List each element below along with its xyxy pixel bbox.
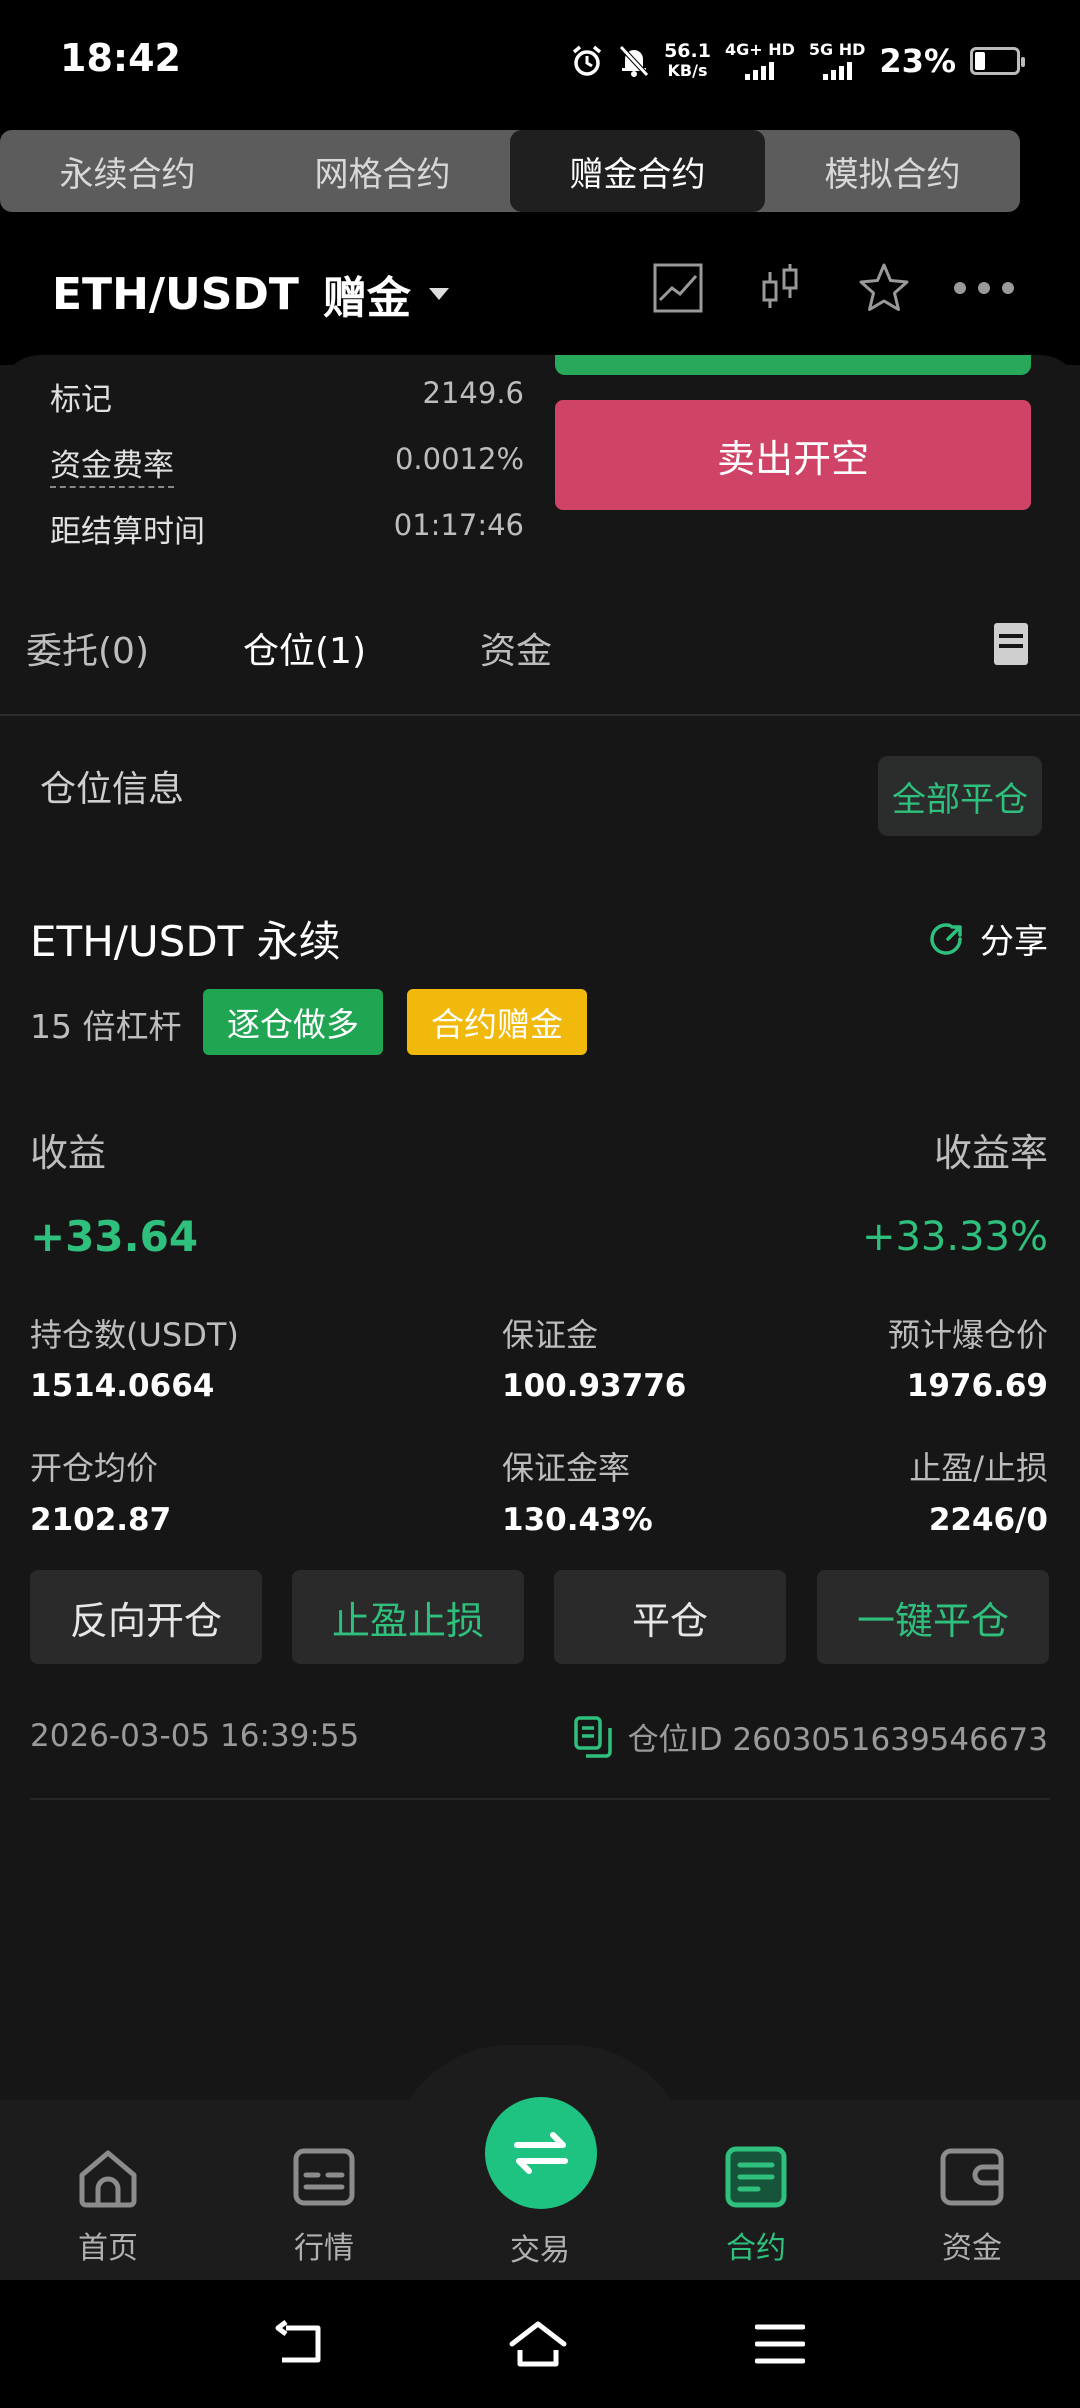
nav-funds-label: 资金 [942, 2231, 1002, 2266]
margin-ratio-value: 130.43% [502, 1502, 653, 1538]
nav-home[interactable]: 首页 [33, 2145, 183, 2267]
margin-value: 100.93776 [502, 1368, 687, 1404]
tab-funds[interactable]: 资金 [480, 622, 552, 674]
tab-grid[interactable]: 网格合约 [255, 130, 510, 212]
battery-percent: 23% [879, 42, 956, 80]
sim1-signal: 4G+ HD [725, 42, 795, 80]
home-system-icon[interactable] [508, 2318, 568, 2370]
alarm-icon [572, 45, 602, 76]
tab-orders[interactable]: 委托(0) [26, 622, 149, 674]
tab-positions[interactable]: 仓位(1) [243, 622, 366, 674]
close-all-button[interactable]: 全部平仓 [878, 756, 1042, 836]
margin-ratio-label: 保证金率 [502, 1449, 631, 1487]
tab-perpetual[interactable]: 永续合约 [0, 130, 255, 212]
divider [30, 1798, 1050, 1800]
net-speed: 56.1 KB/s [664, 40, 711, 81]
caret-down-icon [428, 288, 449, 300]
pnl-rate-value: +33.33% [861, 1214, 1048, 1260]
close-position-button[interactable]: 平仓 [554, 1570, 786, 1664]
position-id-text: 仓位ID 2603051639546673 [627, 1722, 1048, 1758]
mark-value: 2149.6 [422, 376, 524, 410]
pair-selector[interactable]: ETH/USDT 赠金 [52, 262, 449, 326]
pnl-label: 收益 [30, 1131, 107, 1175]
tab-bonus[interactable]: 赠金合约 [510, 130, 765, 212]
entry-price-label: 开仓均价 [30, 1449, 159, 1487]
nav-home-label: 首页 [78, 2231, 138, 2266]
mark-label: 标记 [50, 382, 112, 418]
contract-icon [725, 2146, 787, 2208]
position-id[interactable]: 仓位ID 2603051639546673 [573, 1714, 1048, 1759]
status-time: 18:42 [60, 36, 181, 80]
tab-demo[interactable]: 模拟合约 [765, 130, 1020, 212]
back-icon[interactable] [270, 2318, 330, 2370]
buy-button-edge[interactable] [555, 355, 1031, 375]
position-size-value: 1514.0664 [30, 1368, 215, 1404]
tp-sl-value: 2246/0 [928, 1502, 1048, 1538]
menu-icon[interactable] [750, 2318, 810, 2370]
share-label: 分享 [980, 922, 1048, 962]
contract-bonus-badge: 合约赠金 [407, 989, 587, 1055]
line-chart-icon[interactable] [650, 260, 706, 316]
entry-price-value: 2102.87 [30, 1502, 172, 1538]
star-icon[interactable] [856, 260, 912, 316]
leverage-label: 15 倍杠杆 [30, 1007, 182, 1046]
share-icon [930, 922, 962, 955]
pair-name: ETH/USDT [52, 268, 299, 320]
isolated-long-badge: 逐仓做多 [203, 989, 383, 1055]
nav-trade-button[interactable] [485, 2097, 597, 2209]
sell-open-short-button[interactable]: 卖出开空 [555, 400, 1031, 510]
nav-trade-label[interactable]: 交易 [465, 2225, 615, 2269]
settlement-countdown: 01:17:46 [393, 508, 524, 542]
nav-market[interactable]: 行情 [249, 2145, 399, 2267]
position-timestamp: 2026-03-05 16:39:55 [30, 1718, 360, 1754]
nav-contract[interactable]: 合约 [681, 2145, 831, 2267]
nav-funds[interactable]: 资金 [897, 2145, 1047, 2267]
settlement-label: 距结算时间 [50, 514, 205, 550]
wallet-icon [940, 2148, 1004, 2206]
more-icon[interactable] [952, 260, 1016, 316]
liquidation-price-value: 1976.69 [906, 1368, 1048, 1404]
pair-mode: 赠金 [322, 273, 411, 324]
nav-contract-label: 合约 [726, 2231, 786, 2266]
tp-sl-label: 止盈/止损 [909, 1449, 1048, 1487]
sim2-signal: 5G HD [809, 42, 865, 80]
one-click-close-button[interactable]: 一键平仓 [817, 1570, 1049, 1664]
pnl-rate-label: 收益率 [933, 1131, 1048, 1175]
document-icon[interactable] [993, 622, 1029, 670]
nav-market-label: 行情 [294, 2231, 354, 2266]
liquidation-price-label: 预计爆仓价 [887, 1316, 1048, 1354]
status-indicators: 56.1 KB/s 4G+ HD 5G HD 23% [570, 40, 1025, 81]
copy-icon [573, 1715, 612, 1758]
position-size-label: 持仓数(USDT) [30, 1316, 239, 1354]
reverse-open-button[interactable]: 反向开仓 [30, 1570, 262, 1664]
position-info-title: 仓位信息 [40, 769, 185, 810]
battery-icon [970, 47, 1025, 75]
margin-label: 保证金 [502, 1316, 599, 1354]
contract-type-tabs: 永续合约 网格合约 赠金合约 模拟合约 [0, 130, 1020, 212]
pnl-value: +33.64 [30, 1212, 199, 1261]
tp-sl-button[interactable]: 止盈止损 [292, 1570, 524, 1664]
mute-bell-icon [619, 45, 649, 77]
candlestick-icon[interactable] [753, 260, 809, 316]
market-icon [293, 2148, 355, 2206]
home-icon [79, 2150, 137, 2208]
funding-rate-value: 0.0012% [394, 442, 524, 476]
share-button[interactable]: 分享 [926, 914, 1048, 963]
position-pair: ETH/USDT 永续 [30, 917, 341, 966]
order-tabs: 委托(0) 仓位(1) 资金 [0, 600, 1080, 716]
swap-icon [514, 2132, 568, 2174]
funding-rate-label[interactable]: 资金费率 [50, 440, 174, 488]
